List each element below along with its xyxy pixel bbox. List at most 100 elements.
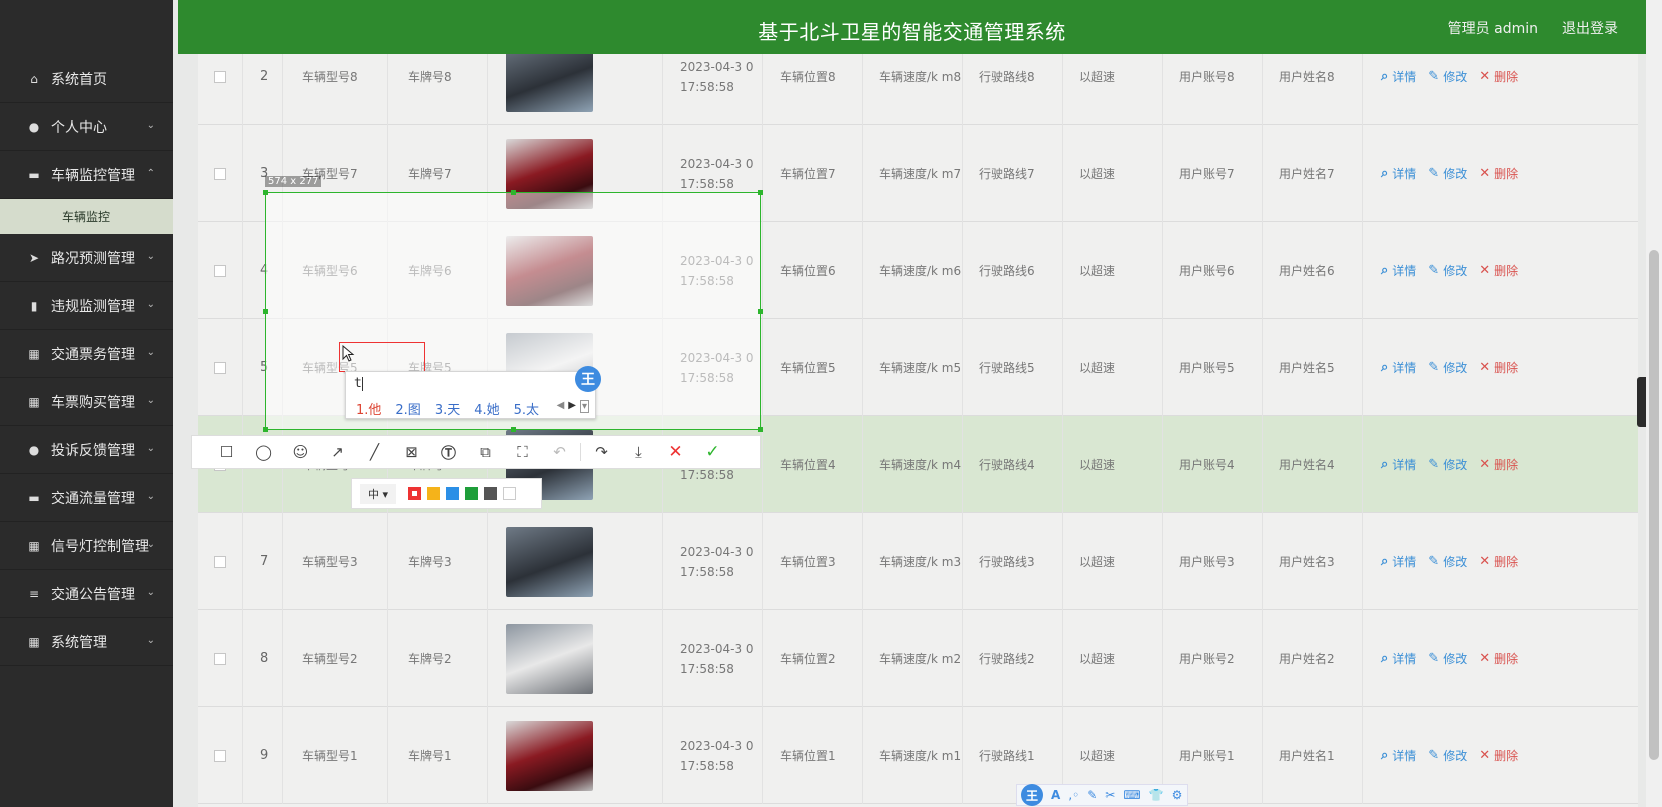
keyboard-icon[interactable]: ⌨ xyxy=(1123,788,1140,802)
ime-candidate[interactable]: 2.图 xyxy=(395,399,420,418)
color-swatch[interactable] xyxy=(503,487,517,500)
detail-button[interactable]: ⌕ 详情 xyxy=(1381,746,1416,766)
color-swatch[interactable] xyxy=(484,487,498,500)
undo-icon[interactable]: ↶ xyxy=(541,435,578,469)
resize-handle[interactable] xyxy=(758,427,763,432)
resize-handle[interactable] xyxy=(511,190,516,195)
color-swatch[interactable] xyxy=(427,487,441,500)
ime-candidate[interactable]: 4.她 xyxy=(474,399,499,418)
vehicle-photo[interactable] xyxy=(506,54,593,112)
prev-page-icon[interactable]: ◀ xyxy=(557,400,565,413)
detail-button[interactable]: ⌕ 详情 xyxy=(1381,67,1416,87)
delete-button[interactable]: ✕ 删除 xyxy=(1479,164,1518,184)
confirm-capture-icon[interactable]: ✓ xyxy=(694,435,731,469)
vehicle-photo[interactable] xyxy=(506,526,593,597)
resize-handle[interactable] xyxy=(263,427,268,432)
delete-button[interactable]: ✕ 删除 xyxy=(1479,358,1518,378)
edit-label: 修改 xyxy=(1443,457,1468,472)
detail-button[interactable]: ⌕ 详情 xyxy=(1381,261,1416,281)
detail-button[interactable]: ⌕ 详情 xyxy=(1381,358,1416,378)
delete-button[interactable]: ✕ 删除 xyxy=(1479,455,1518,475)
vehicle-photo[interactable] xyxy=(506,623,593,694)
pen-tool-icon[interactable]: ╱ xyxy=(356,435,393,469)
text-tool-icon[interactable]: Ⓣ xyxy=(430,435,467,469)
resize-handle[interactable] xyxy=(758,309,763,314)
edit-button[interactable]: ✎ 修改 xyxy=(1428,649,1467,669)
edit-button[interactable]: ✎ 修改 xyxy=(1428,67,1467,87)
ime-mode-icon[interactable]: A xyxy=(1051,788,1060,802)
scissors-icon[interactable]: ✂ xyxy=(1105,788,1115,802)
cancel-capture-icon[interactable]: ✕ xyxy=(657,435,694,469)
mosaic-tool-icon[interactable]: ⊠ xyxy=(393,435,430,469)
row-checkbox[interactable] xyxy=(214,70,226,83)
delete-button[interactable]: ✕ 删除 xyxy=(1479,649,1518,669)
expand-icon[interactable]: ▾ xyxy=(579,400,589,413)
skin-icon[interactable]: 👕 xyxy=(1149,788,1164,802)
edit-button[interactable]: ✎ 修改 xyxy=(1428,455,1467,475)
resize-handle[interactable] xyxy=(263,309,268,314)
ime-candidate[interactable]: 1.他 xyxy=(356,399,381,418)
ime-logo-icon[interactable]: 王 xyxy=(575,366,601,392)
ocr-tool-icon[interactable]: ⛶ xyxy=(504,435,541,469)
sidebar-item[interactable]: ● 个人中心 ⌄ xyxy=(0,103,173,151)
settings-gear-icon[interactable]: ⚙ xyxy=(1172,788,1183,802)
scrollbar[interactable] xyxy=(1646,0,1662,807)
row-checkbox[interactable] xyxy=(214,652,226,665)
sidebar-item[interactable]: ▦ 系统管理 ⌄ xyxy=(0,618,173,666)
detail-button[interactable]: ⌕ 详情 xyxy=(1381,552,1416,572)
font-size-select[interactable]: 中 ▾ xyxy=(360,483,397,504)
ime-page-nav[interactable]: ◀ ▶ ▾ xyxy=(557,400,589,413)
edit-button[interactable]: ✎ 修改 xyxy=(1428,358,1467,378)
row-checkbox[interactable] xyxy=(214,555,226,568)
row-checkbox[interactable] xyxy=(214,167,226,180)
edit-button[interactable]: ✎ 修改 xyxy=(1428,746,1467,766)
delete-button[interactable]: ✕ 删除 xyxy=(1479,67,1518,87)
sidebar-item[interactable]: ▬ 车辆监控管理 ⌃ xyxy=(0,151,173,199)
arrow-tool-icon[interactable]: ↗ xyxy=(319,435,356,469)
edit-button[interactable]: ✎ 修改 xyxy=(1428,164,1467,184)
sidebar-item[interactable]: ➤ 路况预测管理 ⌄ xyxy=(0,234,173,282)
sidebar-item[interactable]: ⌂ 系统首页 xyxy=(0,55,173,103)
ime-candidate[interactable]: 5.太 xyxy=(514,399,539,418)
resize-handle[interactable] xyxy=(758,190,763,195)
rectangle-tool-icon[interactable]: ☐ xyxy=(208,435,245,469)
sidebar-subitem-vehicle-monitor[interactable]: 车辆监控 xyxy=(0,199,173,234)
sidebar-item[interactable]: ▦ 信号灯控制管理 ⌄ xyxy=(0,522,173,570)
punctuation-icon[interactable]: ‚◦ xyxy=(1068,788,1079,802)
row-checkbox[interactable] xyxy=(214,361,226,374)
sidebar-item[interactable]: ≡ 交通公告管理 ⌄ xyxy=(0,570,173,618)
delete-button[interactable]: ✕ 删除 xyxy=(1479,552,1518,572)
resize-handle[interactable] xyxy=(511,427,516,432)
share-icon[interactable]: ↷ xyxy=(583,435,620,469)
color-swatch[interactable] xyxy=(408,487,422,500)
row-checkbox[interactable] xyxy=(214,264,226,277)
sidebar-item[interactable]: ● 投诉反馈管理 ⌄ xyxy=(0,426,173,474)
emoji-tool-icon[interactable]: ☺ xyxy=(282,435,319,469)
chevron-down-icon: ⌄ xyxy=(146,299,155,310)
scrollbar-thumb[interactable] xyxy=(1649,250,1659,760)
sidebar-item[interactable]: ▬ 交通流量管理 ⌄ xyxy=(0,474,173,522)
edit-button[interactable]: ✎ 修改 xyxy=(1428,552,1467,572)
detail-button[interactable]: ⌕ 详情 xyxy=(1381,649,1416,669)
detail-button[interactable]: ⌕ 详情 xyxy=(1381,164,1416,184)
pen-icon[interactable]: ✎ xyxy=(1087,788,1097,802)
download-icon[interactable]: ⤓ xyxy=(620,435,657,469)
vehicle-photo[interactable] xyxy=(506,720,593,791)
edit-button[interactable]: ✎ 修改 xyxy=(1428,261,1467,281)
row-checkbox[interactable] xyxy=(214,749,226,762)
sidebar-item[interactable]: ▦ 车票购买管理 ⌄ xyxy=(0,378,173,426)
detail-button[interactable]: ⌕ 详情 xyxy=(1381,455,1416,475)
logout-link[interactable]: 退出登录 xyxy=(1562,18,1618,38)
ime-logo-icon[interactable]: 王 xyxy=(1021,784,1043,806)
ellipse-tool-icon[interactable]: ◯ xyxy=(245,435,282,469)
ime-candidate[interactable]: 3.天 xyxy=(435,399,460,418)
color-swatch[interactable] xyxy=(465,487,479,500)
delete-button[interactable]: ✕ 删除 xyxy=(1479,746,1518,766)
sidebar-item[interactable]: ▮ 违规监测管理 ⌄ xyxy=(0,282,173,330)
resize-handle[interactable] xyxy=(263,190,268,195)
delete-button[interactable]: ✕ 删除 xyxy=(1479,261,1518,281)
copy-tool-icon[interactable]: ⧉ xyxy=(467,435,504,469)
sidebar-item[interactable]: ▦ 交通票务管理 ⌄ xyxy=(0,330,173,378)
next-page-icon[interactable]: ▶ xyxy=(568,400,576,413)
color-swatch[interactable] xyxy=(446,487,460,500)
